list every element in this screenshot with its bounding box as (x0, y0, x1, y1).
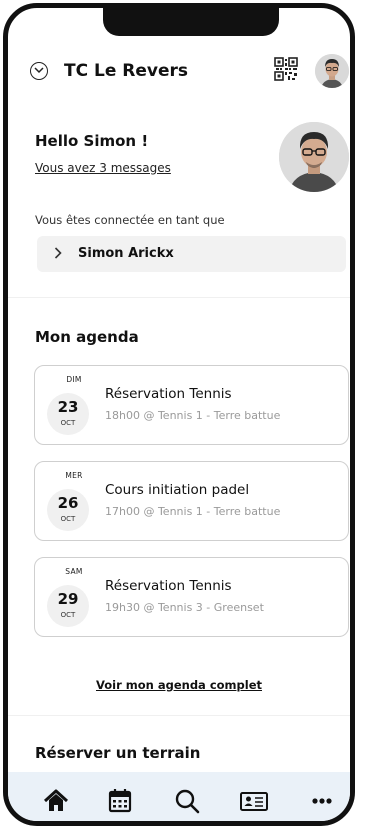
phone-frame: TC Le Revers Hello Simon ! Vous avez 3 m… (3, 3, 355, 826)
phone-notch (103, 8, 279, 36)
event-date-badge: 26 OCT (47, 489, 89, 531)
app-header: TC Le Revers (8, 48, 350, 92)
calendar-icon[interactable] (105, 786, 135, 816)
event-detail: 18h00 @ Tennis 1 - Terre battue (105, 409, 281, 422)
messages-link[interactable]: Vous avez 3 messages (35, 161, 171, 175)
avatar[interactable] (315, 54, 349, 88)
event-detail: 17h00 @ Tennis 1 - Terre battue (105, 505, 281, 518)
section-divider (8, 297, 350, 298)
event-date-badge: 23 OCT (47, 393, 89, 435)
member-card-icon[interactable] (239, 786, 269, 816)
full-agenda-link[interactable]: Voir mon agenda complet (8, 678, 350, 692)
event-day: 26 (57, 494, 79, 512)
connected-as-label: Vous êtes connectée en tant que (35, 213, 225, 227)
chevron-right-icon (54, 247, 62, 259)
event-month: OCT (60, 419, 76, 427)
reserve-court-title: Réserver un terrain (35, 744, 201, 762)
user-name: Simon Arickx (78, 246, 174, 261)
more-icon[interactable] (307, 786, 337, 816)
qr-code-icon[interactable] (274, 57, 298, 81)
agenda-event-card[interactable]: DIM 23 OCT Réservation Tennis 18h00 @ Te… (34, 365, 349, 445)
event-weekday: SAM (65, 567, 83, 576)
agenda-event-card[interactable]: SAM 29 OCT Réservation Tennis 19h30 @ Te… (34, 557, 349, 637)
event-title: Cours initiation padel (105, 482, 250, 498)
event-weekday: MER (65, 471, 83, 480)
event-day: 29 (57, 590, 79, 608)
search-icon[interactable] (172, 786, 202, 816)
club-name[interactable]: TC Le Revers (64, 61, 188, 81)
profile-photo[interactable] (279, 122, 349, 192)
home-icon[interactable] (41, 786, 71, 816)
event-month: OCT (60, 515, 76, 523)
event-date-badge: 29 OCT (47, 585, 89, 627)
chevron-circle-icon[interactable] (30, 62, 48, 80)
event-title: Réservation Tennis (105, 386, 232, 402)
bottom-tab-bar (8, 772, 350, 821)
event-weekday: DIM (66, 375, 82, 384)
event-detail: 19h30 @ Tennis 3 - Greenset (105, 601, 264, 614)
user-selector[interactable]: Simon Arickx (37, 236, 346, 272)
agenda-title: Mon agenda (35, 328, 139, 346)
event-day: 23 (57, 398, 79, 416)
section-divider (8, 715, 350, 716)
event-month: OCT (60, 611, 76, 619)
agenda-event-card[interactable]: MER 26 OCT Cours initiation padel 17h00 … (34, 461, 349, 541)
event-title: Réservation Tennis (105, 578, 232, 594)
full-agenda-link-label: Voir mon agenda complet (95, 678, 262, 692)
greeting: Hello Simon ! (35, 132, 149, 150)
